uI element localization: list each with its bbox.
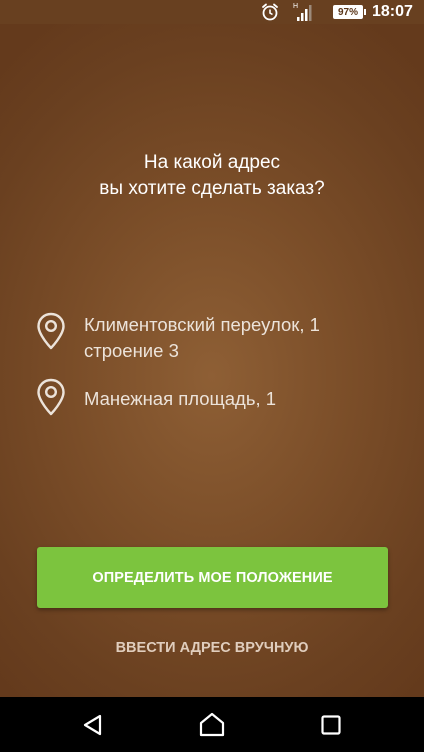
status-bar: H 97% 18:07: [0, 0, 424, 24]
status-time: 18:07: [372, 3, 413, 20]
address-text: Манежная площадь, 1: [84, 386, 276, 412]
address-item-1[interactable]: Климентовский переулок, 1 строение 3: [36, 312, 406, 364]
address-text: Климентовский переулок, 1 строение 3: [84, 312, 320, 364]
address-line-1: Климентовский переулок, 1: [84, 314, 320, 335]
navigation-bar: [0, 697, 424, 752]
signal-icon: H: [288, 0, 316, 24]
back-icon[interactable]: [75, 707, 111, 743]
address-line-1: Манежная площадь, 1: [84, 388, 277, 409]
location-pin-icon: [36, 312, 66, 350]
location-pin-icon: [36, 378, 66, 416]
address-item-2[interactable]: Манежная площадь, 1: [36, 378, 406, 416]
recents-icon[interactable]: [313, 707, 349, 743]
battery-icon: 97%: [333, 0, 366, 24]
alarm-icon: [260, 0, 280, 24]
page-title: На какой адрес вы хотите сделать заказ?: [0, 150, 424, 202]
title-line-2: вы хотите сделать заказ?: [99, 178, 325, 199]
address-selection-screen: H 97% 18:07 На какой адрес вы хотите сде…: [0, 0, 424, 752]
battery-level: 97%: [333, 5, 363, 19]
locate-me-button[interactable]: ОПРЕДЕЛИТЬ МОЕ ПОЛОЖЕНИЕ: [37, 547, 388, 608]
address-line-2: строение 3: [84, 340, 179, 361]
enter-address-manually-link[interactable]: ВВЕСТИ АДРЕС ВРУЧНУЮ: [0, 638, 424, 658]
home-icon[interactable]: [194, 707, 230, 743]
title-line-1: На какой адрес: [143, 152, 281, 173]
svg-text:H: H: [293, 3, 298, 10]
